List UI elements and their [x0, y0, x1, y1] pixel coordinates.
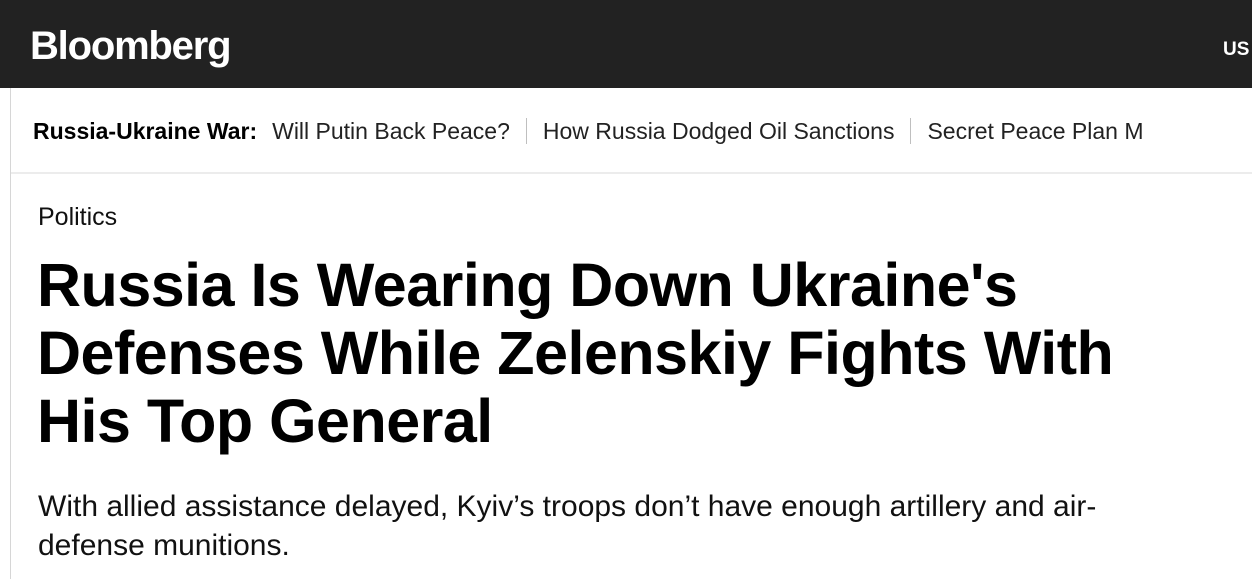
top-navigation-bar: Bloomberg US — [0, 0, 1252, 88]
topic-divider — [525, 118, 527, 144]
topic-link-secret-peace-plan[interactable]: Secret Peace Plan M — [927, 116, 1143, 146]
article-headline: Russia Is Wearing Down Ukraine's Defense… — [37, 251, 1114, 455]
topic-link-putin-peace[interactable]: Will Putin Back Peace? — [272, 116, 510, 146]
topic-label: Russia-Ukraine War: — [33, 118, 258, 144]
article-dek: With allied assistance delayed, Kyiv’s t… — [38, 490, 1097, 562]
region-selector[interactable]: US — [1223, 38, 1249, 62]
article-category[interactable]: Politics — [38, 201, 117, 233]
topic-links-row: Russia-Ukraine War: Will Putin Back Peac… — [33, 116, 1144, 146]
topic-navigation-bar: Russia-Ukraine War: Will Putin Back Peac… — [11, 88, 1252, 174]
bloomberg-logo[interactable]: Bloomberg — [30, 20, 232, 72]
topic-divider — [910, 118, 912, 144]
topic-link-oil-sanctions[interactable]: How Russia Dodged Oil Sanctions — [543, 116, 895, 146]
